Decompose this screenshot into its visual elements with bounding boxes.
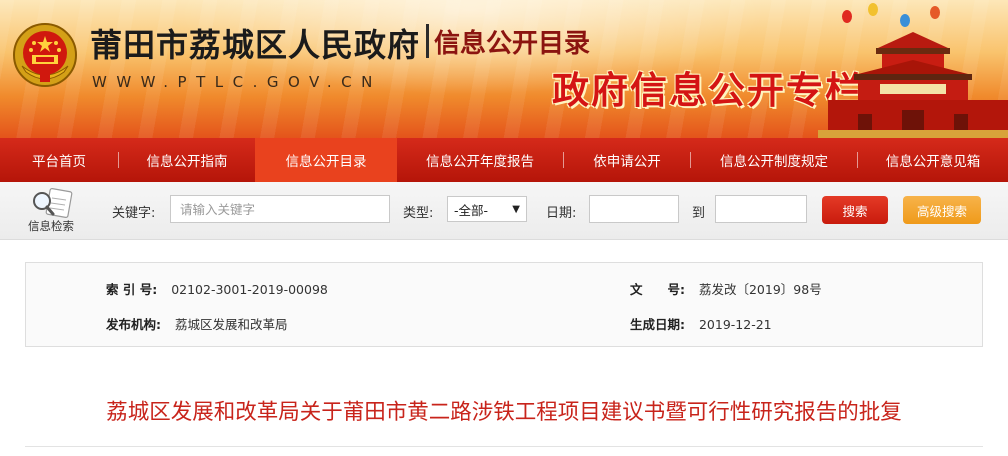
document-number-label: 文 号: (630, 282, 685, 297)
keyword-input[interactable] (170, 195, 390, 223)
search-logo-label: 信息检索 (28, 219, 74, 233)
header-banner: 莆田市荔城区人民政府 信息公开目录 WWW.PTLC.GOV.CN 政府信息公开… (0, 0, 1008, 138)
created-date-row: 生成日期: 2019-12-21 (630, 314, 772, 333)
document-title: 荔城区发展和改革局关于莆田市黄二路涉铁工程项目建议书暨可行性研究报告的批复 (106, 400, 902, 425)
document-number-row: 文 号: 荔发改〔2019〕98号 (630, 279, 822, 298)
main-nav: 平台首页 信息公开指南 信息公开目录 信息公开年度报告 依申请公开 信息公开制度… (0, 138, 1008, 182)
document-meta-box: 索 引 号: 02102-3001-2019-00098 文 号: 荔发改〔20… (25, 262, 983, 347)
title-underline (25, 446, 983, 447)
nav-item-regulations[interactable]: 信息公开制度规定 (691, 138, 857, 182)
date-to-input[interactable] (715, 195, 807, 223)
balloon-decoration (868, 3, 878, 16)
created-date-value: 2019-12-21 (698, 317, 772, 332)
document-number-value: 荔发改〔2019〕98号 (698, 282, 822, 297)
title-divider (426, 24, 429, 58)
index-number-row: 索 引 号: 02102-3001-2019-00098 (106, 279, 328, 298)
nav-item-guide[interactable]: 信息公开指南 (119, 138, 255, 182)
nav-item-feedback[interactable]: 信息公开意见箱 (858, 138, 1008, 182)
date-from-input[interactable] (589, 195, 679, 223)
tiananmen-gate-illustration (818, 32, 1008, 138)
created-date-label: 生成日期: (630, 317, 685, 332)
index-number-label: 索 引 号: (106, 282, 158, 297)
type-select[interactable]: -全部- ▼ (447, 196, 527, 222)
publisher-row: 发布机构: 荔城区发展和改革局 (106, 314, 288, 333)
publisher-value: 荔城区发展和改革局 (174, 317, 288, 332)
type-select-value: -全部- (454, 202, 489, 218)
index-number-value: 02102-3001-2019-00098 (171, 282, 328, 297)
nav-item-catalog[interactable]: 信息公开目录 (255, 138, 397, 182)
date-label: 日期: (546, 206, 577, 221)
nav-item-home[interactable]: 平台首页 (0, 138, 118, 182)
national-emblem-icon (13, 23, 77, 87)
balloon-decoration (930, 6, 940, 19)
site-url: WWW.PTLC.GOV.CN (92, 73, 382, 91)
nav-item-annual-report[interactable]: 信息公开年度报告 (397, 138, 563, 182)
site-title: 莆田市荔城区人民政府 (90, 26, 421, 64)
nav-item-application[interactable]: 依申请公开 (564, 138, 690, 182)
publisher-label: 发布机构: (106, 317, 161, 332)
section-title: 信息公开目录 (434, 29, 591, 59)
search-button[interactable]: 搜索 (822, 196, 888, 224)
dropdown-arrow-icon: ▼ (512, 203, 520, 215)
balloon-decoration (842, 10, 852, 23)
advanced-search-button[interactable]: 高级搜索 (903, 196, 981, 224)
date-to-label: 到 (692, 206, 706, 221)
type-label: 类型: (403, 206, 434, 221)
keyword-label: 关键字: (112, 206, 156, 221)
